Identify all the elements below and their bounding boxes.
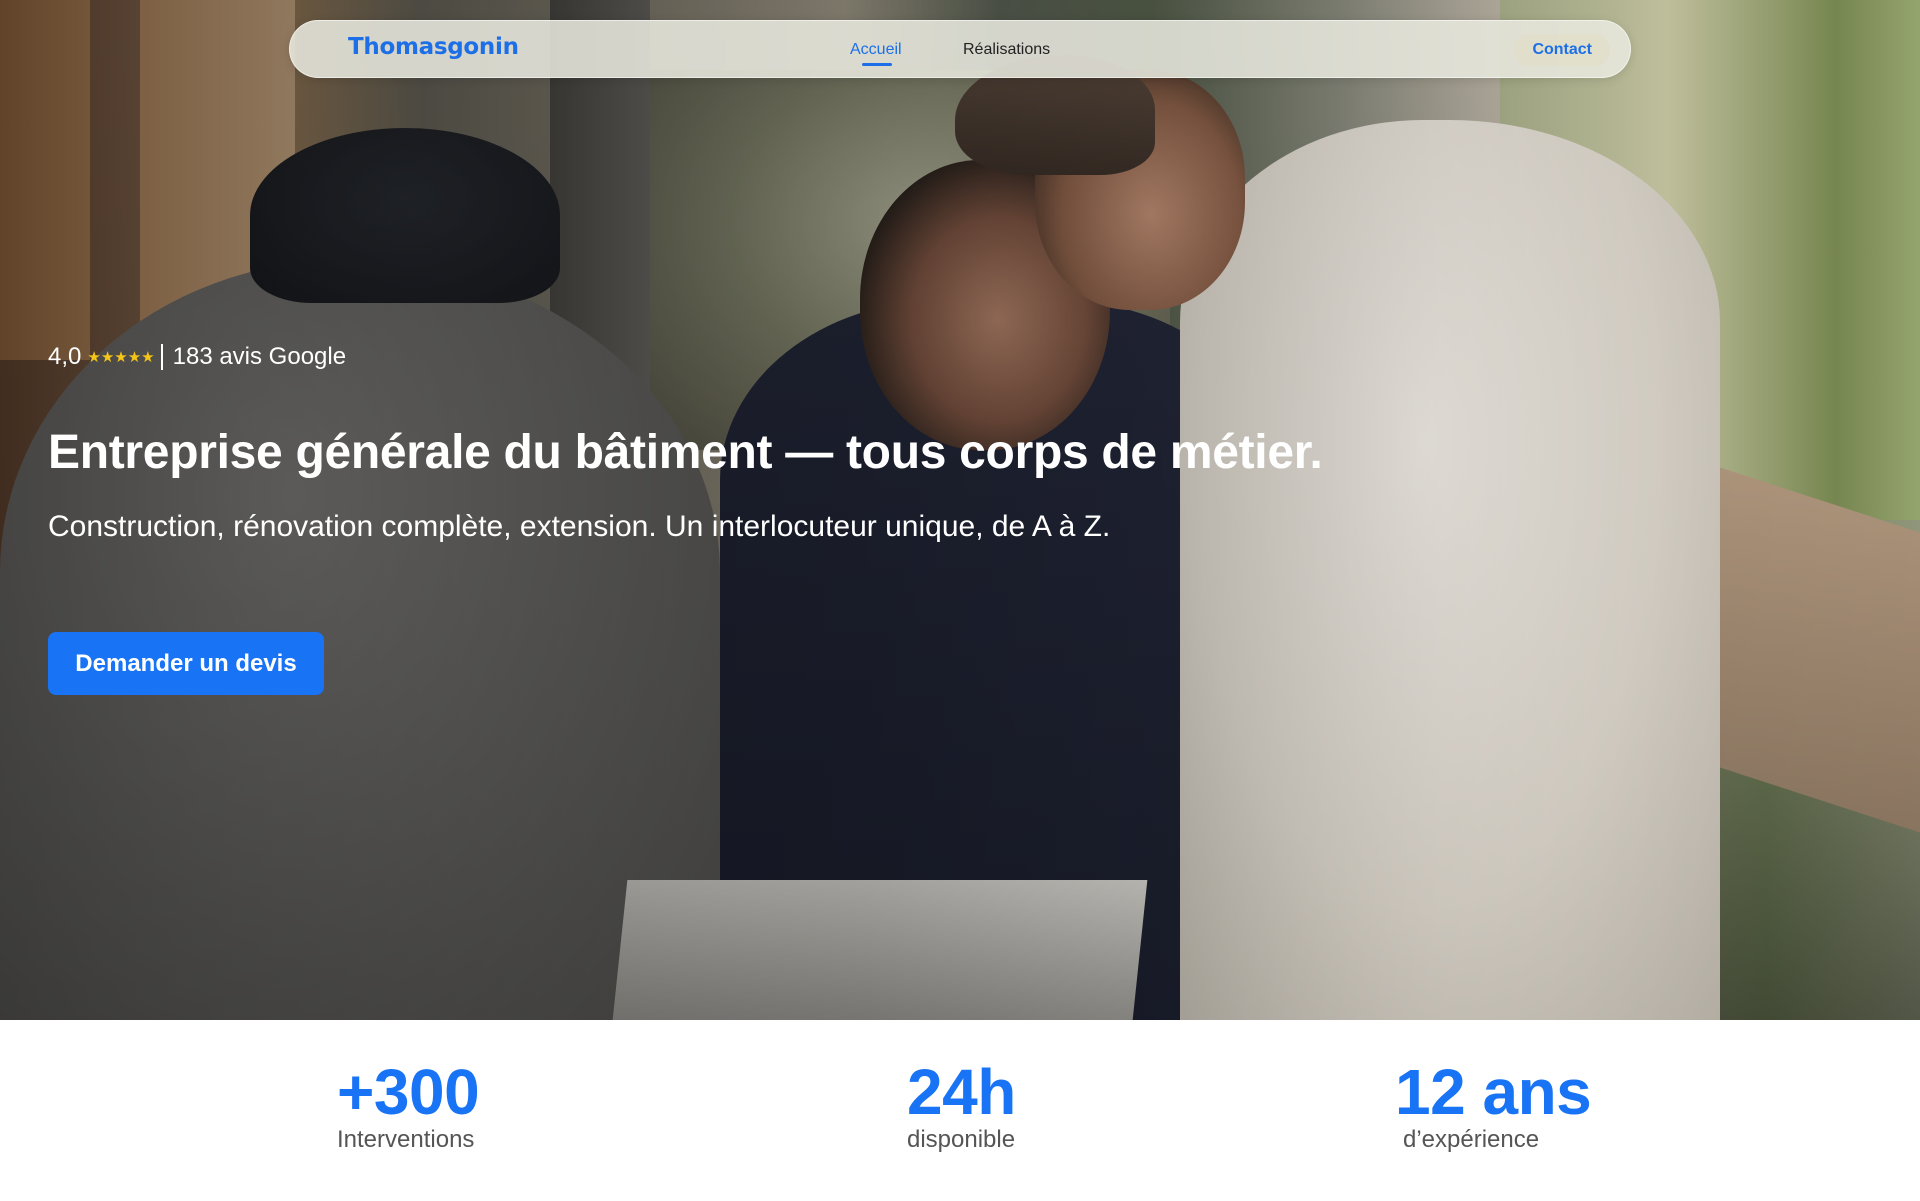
stat-value: 12 ans: [1395, 1056, 1592, 1128]
stat-value: +300: [337, 1056, 480, 1128]
stat-label: d’expérience: [1403, 1126, 1540, 1153]
stat-availability: 24h disponible: [907, 1060, 1016, 1154]
top-navbar: Thomasgonin Accueil Réalisations Contact: [289, 20, 1631, 78]
stat-label: Interventions: [337, 1126, 475, 1153]
rating-stars-icon: ★★★★★: [87, 349, 155, 366]
stat-label: disponible: [907, 1126, 1016, 1153]
rating-count: 183 avis Google: [172, 343, 347, 370]
request-quote-button[interactable]: Demander un devis: [48, 632, 324, 695]
stat-interventions: +300 Interventions: [337, 1056, 480, 1154]
site-logo[interactable]: Thomasgonin: [348, 34, 519, 60]
hero-subtitle: Construction, rénovation complète, exten…: [48, 510, 1111, 543]
nav-link-accueil[interactable]: Accueil: [850, 41, 902, 59]
nav-link-realisations[interactable]: Réalisations: [963, 41, 1050, 59]
hero-title: Entreprise générale du bâtiment — tous c…: [48, 426, 1323, 479]
stat-value: 24h: [907, 1056, 1016, 1128]
rating-divider: [160, 344, 163, 370]
contact-button[interactable]: Contact: [1514, 34, 1610, 66]
stat-experience: 12 ans d’expérience: [1395, 1056, 1592, 1154]
active-nav-indicator: [862, 63, 892, 66]
google-rating: 4,0 ★★★★★ 183 avis Google: [48, 343, 346, 371]
hero-section: Thomasgonin Accueil Réalisations Contact…: [0, 0, 1920, 1020]
rating-value: 4,0: [48, 343, 82, 370]
